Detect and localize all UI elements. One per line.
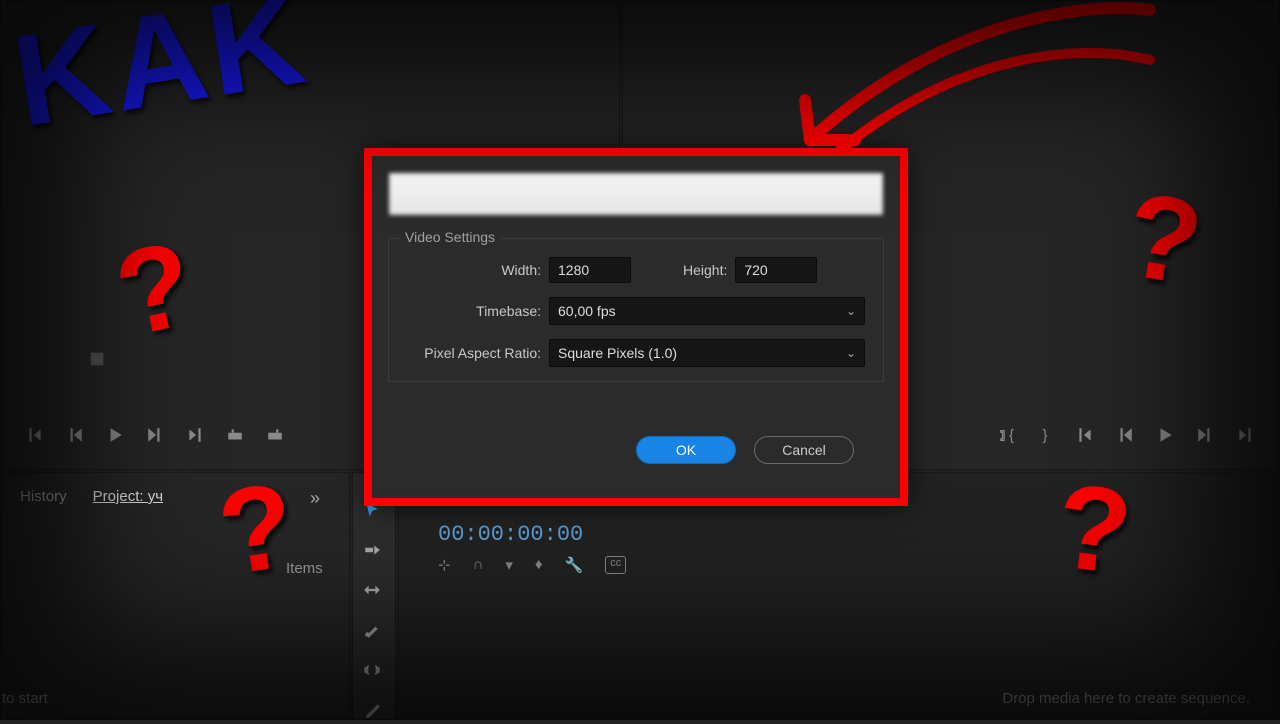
- bracket-open-icon[interactable]: {: [996, 426, 1014, 444]
- overwrite-icon[interactable]: [266, 426, 284, 444]
- par-select[interactable]: Square Pixels (1.0) ⌄: [549, 339, 865, 367]
- add-marker-icon[interactable]: ▾: [505, 556, 513, 574]
- linked-selection-icon[interactable]: ∩: [473, 556, 484, 574]
- height-input[interactable]: [735, 257, 817, 283]
- marker-icon[interactable]: ♦: [535, 556, 543, 574]
- captions-icon[interactable]: cc: [605, 556, 626, 574]
- step-forward-icon[interactable]: [146, 426, 164, 444]
- track-select-tool-icon[interactable]: [358, 536, 386, 564]
- chevron-down-icon: ⌄: [846, 304, 856, 318]
- cancel-button[interactable]: Cancel: [754, 436, 854, 464]
- clip-thumbnail-icon: [90, 352, 104, 366]
- razor-tool-icon[interactable]: [358, 616, 386, 644]
- snap-magnet-icon[interactable]: ⊹: [438, 556, 451, 574]
- tool-palette: [358, 496, 386, 724]
- video-settings-legend: Video Settings: [399, 229, 501, 245]
- par-label: Pixel Aspect Ratio:: [407, 345, 541, 361]
- step-back-icon[interactable]: [66, 426, 84, 444]
- timebase-value: 60,00 fps: [558, 303, 616, 319]
- play-icon[interactable]: [1156, 426, 1174, 444]
- annotation-arrow-icon: [750, 0, 1170, 190]
- tab-project[interactable]: Project: уч: [93, 488, 163, 505]
- ok-button[interactable]: OK: [636, 436, 736, 464]
- timebase-label: Timebase:: [407, 303, 541, 319]
- step-forward-icon[interactable]: [1196, 426, 1214, 444]
- project-panel: [0, 472, 350, 720]
- timeline-drop-hint: Drop media here to create sequence.: [1002, 690, 1250, 707]
- step-back-icon[interactable]: [1116, 426, 1134, 444]
- slip-tool-icon[interactable]: [358, 656, 386, 684]
- height-label: Height:: [683, 262, 727, 278]
- insert-icon[interactable]: [226, 426, 244, 444]
- program-transport-controls: { }: [996, 426, 1254, 444]
- tab-history[interactable]: History: [20, 488, 67, 505]
- mark-in-icon[interactable]: [1076, 426, 1094, 444]
- width-label: Width:: [407, 262, 541, 278]
- timebase-select[interactable]: 60,00 fps ⌄: [549, 297, 865, 325]
- timeline-timecode[interactable]: 00:00:00:00: [438, 522, 583, 547]
- bracket-close-icon[interactable]: }: [1036, 426, 1054, 444]
- to-start-label: to start: [2, 690, 48, 707]
- play-icon[interactable]: [106, 426, 124, 444]
- mark-out-icon[interactable]: [186, 426, 204, 444]
- timeline-panel: [398, 472, 1280, 720]
- chevron-down-icon: ⌄: [846, 346, 856, 360]
- par-value: Square Pixels (1.0): [558, 345, 677, 361]
- mark-out-icon[interactable]: [1236, 426, 1254, 444]
- project-panel-tabs: History Project: уч: [20, 488, 163, 505]
- settings-wrench-icon[interactable]: 🔧: [565, 556, 584, 574]
- timeline-toolbar: ⊹ ∩ ▾ ♦ 🔧 cc: [438, 556, 626, 574]
- width-input[interactable]: [549, 257, 631, 283]
- mark-in-icon[interactable]: [26, 426, 44, 444]
- panel-menu-icon[interactable]: »: [310, 488, 320, 509]
- video-settings-group: Video Settings Width: Height: Timebase: …: [388, 238, 884, 382]
- ripple-edit-tool-icon[interactable]: [358, 576, 386, 604]
- source-transport-controls: [26, 426, 284, 444]
- new-item-dialog: Video Settings Width: Height: Timebase: …: [364, 148, 908, 506]
